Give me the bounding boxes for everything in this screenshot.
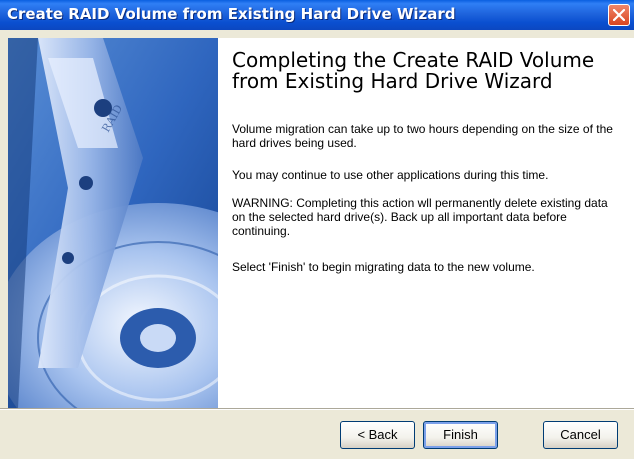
warning-text: WARNING: Completing this action wll perm…: [232, 196, 608, 238]
continue-apps-text: You may continue to use other applicatio…: [232, 168, 549, 182]
close-button[interactable]: [608, 4, 630, 26]
wizard-window: Create RAID Volume from Existing Hard Dr…: [0, 0, 634, 459]
button-separator: [0, 408, 634, 410]
wizard-content-panel: Completing the Create RAID Volume from E…: [218, 38, 634, 408]
page-title: Completing the Create RAID Volume from E…: [232, 48, 595, 93]
window-title: Create RAID Volume from Existing Hard Dr…: [7, 5, 456, 23]
back-button[interactable]: < Back: [340, 421, 415, 449]
finish-button[interactable]: Finish: [423, 421, 498, 449]
finish-instruction-text: Select 'Finish' to begin migrating data …: [232, 260, 535, 274]
cancel-button[interactable]: Cancel: [543, 421, 618, 449]
migration-time-text: Volume migration can take up to two hour…: [232, 122, 613, 150]
close-icon: [613, 9, 625, 21]
title-bar[interactable]: Create RAID Volume from Existing Hard Dr…: [0, 0, 634, 30]
hard-drive-banner-image: RAID: [8, 38, 218, 408]
hard-drive-image: RAID: [8, 38, 218, 408]
